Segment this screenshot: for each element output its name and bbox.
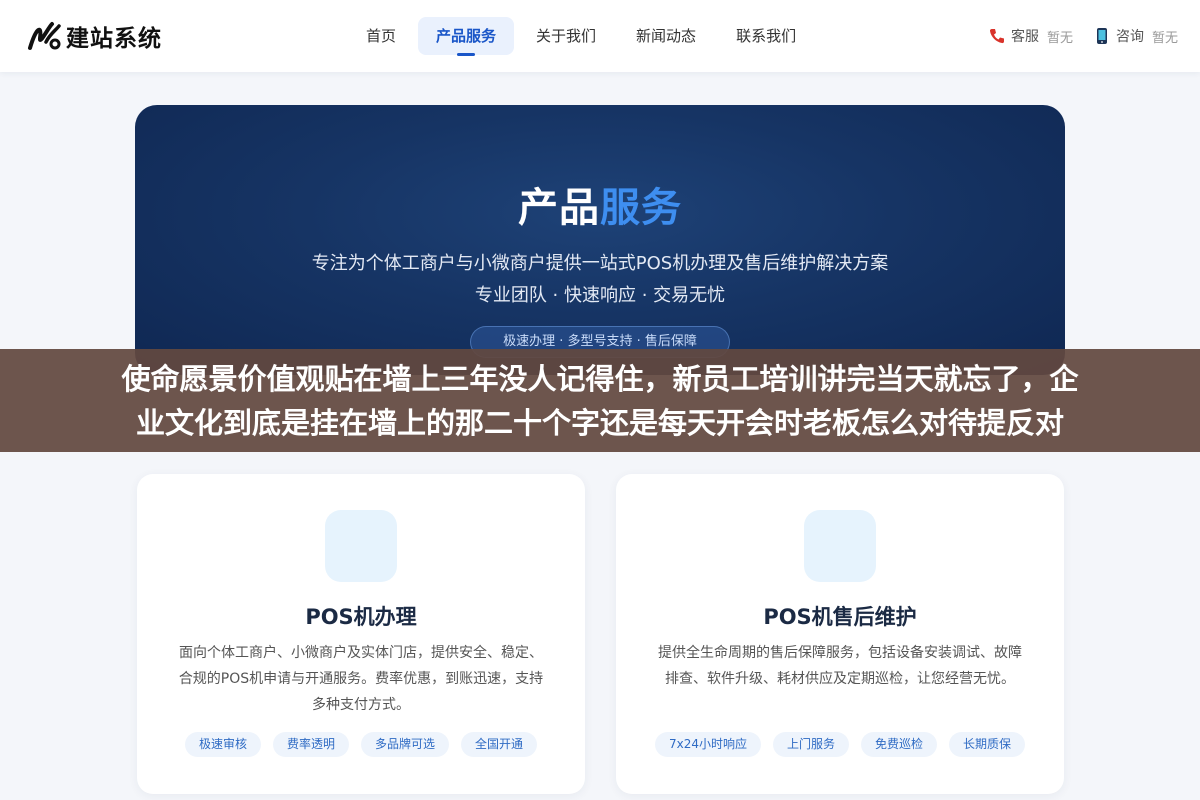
card-tags: 极速审核 费率透明 多品牌可选 全国开通 — [137, 732, 585, 757]
nav-item-about[interactable]: 关于我们 — [518, 17, 614, 55]
card-tag: 多品牌可选 — [361, 732, 450, 757]
card-title: POS机办理 — [305, 605, 417, 629]
card-tag: 费率透明 — [272, 732, 349, 757]
mobile-icon — [1097, 28, 1107, 44]
logo-text: 建站系统 — [66, 26, 162, 52]
contact-consult-value: 暂无 — [1152, 30, 1179, 46]
card-tag: 7x24小时响应 — [654, 732, 761, 757]
contact-service-value: 暂无 — [1047, 30, 1074, 46]
card-tag: 上门服务 — [772, 732, 849, 757]
pos-apply-icon — [325, 510, 397, 582]
card-description: 面向个体工商户、小微商户及实体门店，提供安全、稳定、合规的POS机申请与开通服务… — [178, 645, 544, 713]
card-tag: 极速审核 — [184, 732, 261, 757]
card-tag: 全国开通 — [461, 732, 538, 757]
hero-banner: 产品服务 专注为个体工商户与小微商户提供一站式POS机办理及售后维护解决方案 专… — [135, 105, 1065, 375]
nav-item-contact[interactable]: 联系我们 — [718, 17, 814, 55]
contact-service[interactable]: 客服 暂无 — [988, 26, 1073, 46]
caption-line-2: 业文化到底是挂在墙上的那二十个字还是每天开会时老板怎么对待提反对 — [135, 406, 1064, 440]
contact-service-label: 客服 — [1011, 29, 1039, 45]
hero-title-main: 产品 — [518, 185, 600, 231]
hero-title: 产品服务 — [135, 175, 1065, 233]
caption-overlay: 使命愿景价值观贴在墙上三年没人记得住，新员工培训讲完当天就忘了，企 业文化到底是… — [0, 349, 1200, 452]
contact-consult-label: 咨询 — [1116, 29, 1144, 45]
top-header: 建站系统 首页 产品服务 关于我们 新闻动态 联系我们 客服 暂无 咨询 暂无 — [0, 0, 1200, 72]
nav-item-home[interactable]: 首页 — [348, 17, 414, 55]
nav-item-products[interactable]: 产品服务 — [418, 17, 515, 56]
service-card-pos-aftersales[interactable]: POS机售后维护 提供全生命周期的售后保障服务，包括设备安装调试、故障排查、软件… — [616, 474, 1064, 794]
phone-icon — [989, 29, 1004, 44]
service-card-pos-apply[interactable]: POS机办理 面向个体工商户、小微商户及实体门店，提供安全、稳定、合规的POS机… — [137, 474, 585, 794]
logo-mark-icon — [28, 22, 61, 50]
hero-subtitle-line2: 专业团队 · 快速响应 · 交易无忧 — [474, 285, 726, 306]
hero-title-highlight: 服务 — [600, 185, 682, 231]
nav-item-news[interactable]: 新闻动态 — [618, 17, 714, 55]
caption-line-1: 使命愿景价值观贴在墙上三年没人记得住，新员工培训讲完当天就忘了，企 — [121, 362, 1079, 396]
card-tags: 7x24小时响应 上门服务 免费巡检 长期质保 — [616, 732, 1064, 757]
main-nav: 首页 产品服务 关于我们 新闻动态 联系我们 — [348, 17, 818, 56]
hero-subtitle-line1: 专注为个体工商户与小微商户提供一站式POS机办理及售后维护解决方案 — [311, 253, 889, 274]
card-title: POS机售后维护 — [763, 605, 917, 629]
card-tag: 长期质保 — [949, 732, 1026, 757]
card-tag: 免费巡检 — [861, 732, 938, 757]
pos-aftersales-icon — [804, 510, 876, 582]
card-description: 提供全生命周期的售后保障服务，包括设备安装调试、故障排查、软件升级、耗材供应及定… — [658, 645, 1022, 687]
site-logo[interactable]: 建站系统 — [26, 18, 162, 54]
contact-consult[interactable]: 咨询 暂无 — [1093, 26, 1178, 46]
